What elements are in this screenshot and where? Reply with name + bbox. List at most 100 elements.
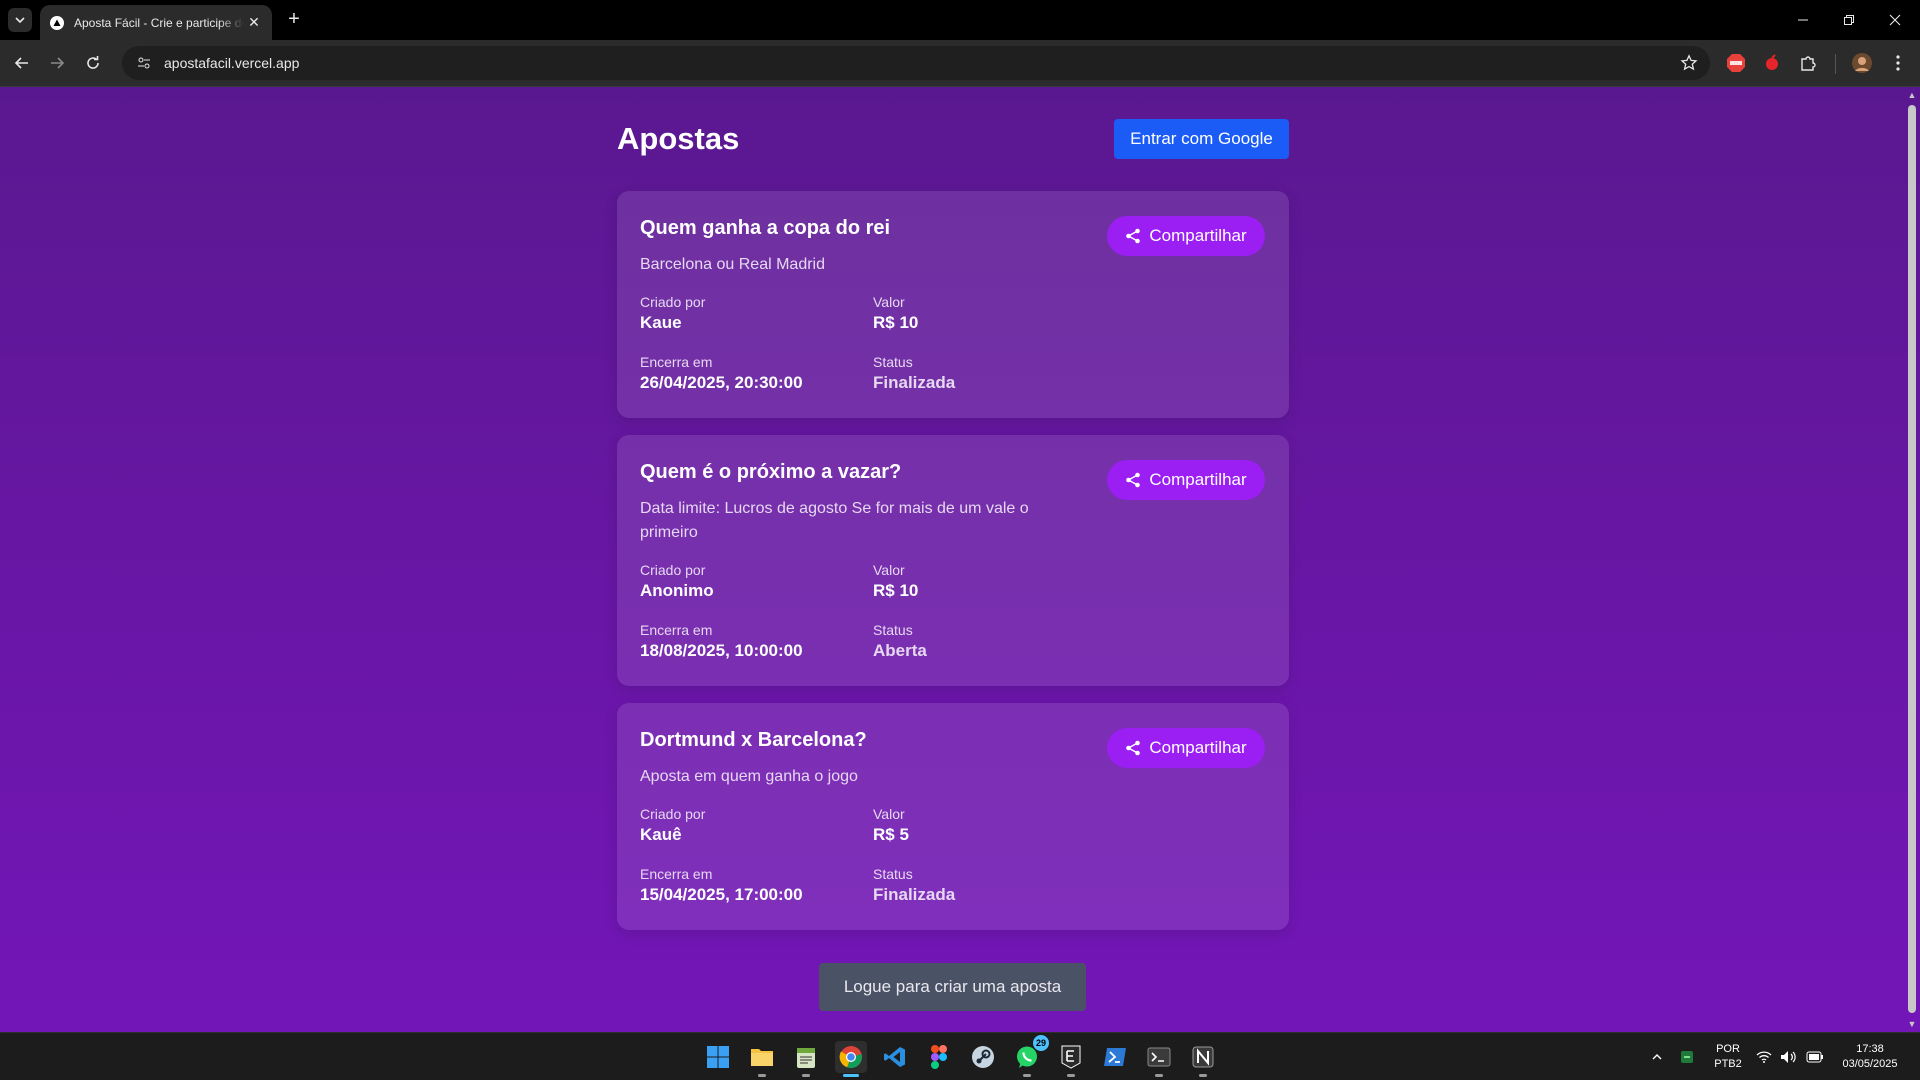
browser-tab-active[interactable]: Aposta Fácil - Crie e participe de apost… — [40, 5, 272, 40]
value-label: Valor — [873, 294, 905, 310]
restore-button[interactable] — [1826, 0, 1872, 40]
scroll-thumb[interactable] — [1908, 105, 1916, 1013]
created-by-label: Criado por — [640, 806, 706, 822]
file-explorer-button[interactable] — [746, 1041, 778, 1077]
language-code: POR — [1716, 1043, 1740, 1055]
chrome-icon — [839, 1046, 862, 1069]
close-window-button[interactable] — [1872, 0, 1918, 40]
minimize-button[interactable] — [1780, 0, 1826, 40]
ends-at-label: Encerra em — [640, 354, 713, 370]
ends-at-field: Encerra em 26/04/2025, 20:30:00 — [640, 353, 803, 395]
ends-at-value: 18/08/2025, 10:00:00 — [640, 641, 803, 660]
figma-icon — [931, 1045, 947, 1069]
vscode-icon — [884, 1047, 905, 1067]
profile-avatar[interactable] — [1851, 52, 1873, 74]
steam-button[interactable] — [967, 1041, 999, 1073]
share-icon — [1126, 740, 1141, 756]
page-title: Apostas — [617, 121, 740, 156]
ends-at-value: 15/04/2025, 17:00:00 — [640, 885, 803, 904]
value-label: Valor — [873, 806, 905, 822]
tray-overflow-button[interactable] — [1644, 1041, 1670, 1073]
whatsapp-badge: 29 — [1032, 1035, 1049, 1051]
created-by-label: Criado por — [640, 562, 706, 578]
value-field: Valor R$ 10 — [873, 293, 918, 335]
create-bet-login-button[interactable]: Logue para criar uma aposta — [819, 963, 1086, 1011]
clock-date: 03/05/2025 — [1842, 1058, 1898, 1070]
url-text: apostafacil.vercel.app — [164, 55, 300, 71]
scroll-down-icon[interactable]: ▼ — [1907, 1019, 1917, 1029]
adblock-extension-icon[interactable] — [1725, 52, 1747, 74]
back-button[interactable] — [10, 51, 34, 75]
terminal-button[interactable] — [1143, 1041, 1175, 1077]
keyboard-language[interactable]: POR PTB2 — [1710, 1042, 1746, 1072]
page-header: Apostas Entrar com Google — [617, 119, 1289, 159]
share-label: Compartilhar — [1149, 470, 1247, 489]
figma-button[interactable] — [923, 1041, 955, 1073]
ends-at-label: Encerra em — [640, 622, 713, 638]
ends-at-value: 26/04/2025, 20:30:00 — [640, 373, 803, 392]
share-button[interactable]: Compartilhar — [1107, 216, 1265, 256]
page-scrollbar[interactable]: ▲ ▼ — [1904, 87, 1920, 1032]
status-field: Status Finalizada — [873, 353, 955, 395]
google-login-button[interactable]: Entrar com Google — [1114, 119, 1289, 159]
red-extension-icon[interactable] — [1761, 52, 1783, 74]
value-amount: R$ 10 — [873, 581, 919, 600]
created-by-label: Criado por — [640, 294, 706, 310]
quick-settings-button[interactable] — [1752, 1041, 1828, 1073]
browser-toolbar: apostafacil.vercel.app — [0, 40, 1920, 87]
start-button[interactable] — [702, 1041, 734, 1073]
new-tab-button[interactable]: + — [282, 8, 306, 32]
epic-games-icon — [1061, 1045, 1081, 1069]
value-amount: R$ 10 — [873, 313, 919, 332]
arrow-left-icon — [14, 57, 28, 69]
value-amount: R$ 5 — [873, 825, 909, 844]
notepad-button[interactable] — [790, 1041, 822, 1077]
bookmark-star-button[interactable] — [1680, 54, 1698, 77]
reload-icon — [87, 56, 99, 69]
reload-button[interactable] — [81, 51, 105, 75]
tab-close-icon[interactable]: ✕ — [246, 14, 262, 31]
vscode-button[interactable] — [879, 1041, 911, 1073]
scroll-up-icon[interactable]: ▲ — [1907, 90, 1917, 100]
share-button[interactable]: Compartilhar — [1107, 728, 1265, 768]
terminal-icon — [1147, 1047, 1171, 1067]
chevron-up-icon — [1652, 1054, 1662, 1060]
bet-description: Data limite: Lucros de agosto Se for mai… — [640, 500, 1029, 541]
tray-app-button[interactable] — [1674, 1041, 1700, 1073]
created-by-field: Criado por Kauê — [640, 805, 705, 847]
ends-at-label: Encerra em — [640, 866, 713, 882]
tab-title: Aposta Fácil - Crie e participe de apost… — [74, 15, 244, 30]
chrome-button[interactable] — [835, 1041, 867, 1077]
value-label: Valor — [873, 562, 905, 578]
notion-icon — [1192, 1046, 1214, 1068]
windows-taskbar: 29 POR PTB2 17:38 03/05/2025 — [0, 1032, 1920, 1080]
tab-search-button[interactable] — [8, 8, 32, 32]
close-icon — [1889, 14, 1901, 26]
notion-button[interactable] — [1187, 1041, 1219, 1077]
minimize-icon — [1798, 19, 1808, 21]
created-by-value: Kaue — [640, 313, 682, 332]
share-button[interactable]: Compartilhar — [1107, 460, 1265, 500]
created-by-value: Kauê — [640, 825, 682, 844]
forward-button[interactable] — [45, 51, 69, 75]
ends-at-field: Encerra em 15/04/2025, 17:00:00 — [640, 865, 803, 907]
folder-icon — [751, 1049, 773, 1066]
extensions-puzzle-icon[interactable] — [1797, 52, 1819, 74]
created-by-field: Criado por Anonimo — [640, 561, 714, 603]
powershell-icon — [1104, 1048, 1126, 1066]
powershell-button[interactable] — [1099, 1041, 1131, 1073]
bet-title: Quem ganha a copa do rei — [640, 217, 891, 239]
clock[interactable]: 17:38 03/05/2025 — [1832, 1042, 1908, 1072]
bet-card: Quem ganha a copa do rei Barcelona ou Re… — [617, 191, 1289, 418]
status-value: Aberta — [873, 641, 927, 660]
tray-app-icon — [1681, 1051, 1693, 1063]
bet-title: Quem é o próximo a vazar? — [640, 461, 902, 483]
bet-title: Dortmund x Barcelona? — [640, 729, 867, 751]
address-bar[interactable]: apostafacil.vercel.app — [122, 46, 1710, 80]
value-field: Valor R$ 5 — [873, 805, 909, 847]
browser-menu-button[interactable] — [1887, 52, 1909, 74]
site-info-button[interactable] — [134, 53, 154, 73]
whatsapp-button[interactable]: 29 — [1011, 1035, 1049, 1077]
ends-at-field: Encerra em 18/08/2025, 10:00:00 — [640, 621, 803, 663]
epic-games-button[interactable] — [1055, 1041, 1087, 1077]
